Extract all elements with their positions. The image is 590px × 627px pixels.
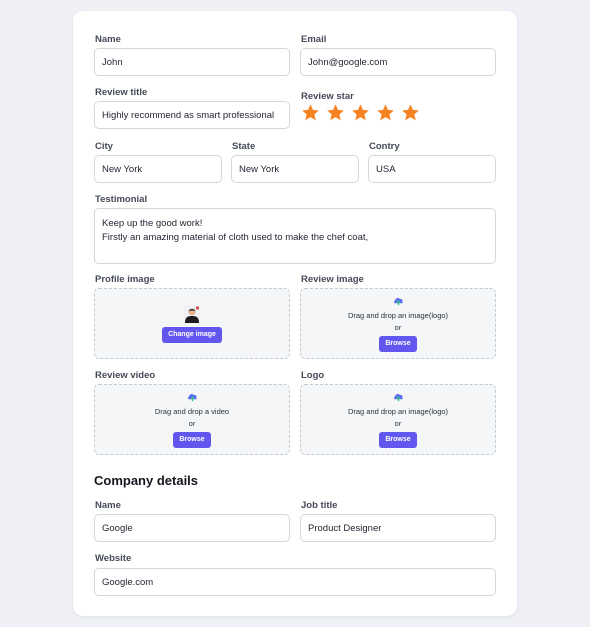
company-details-title: Company details	[94, 473, 199, 488]
upload-cloud-icon	[393, 393, 403, 401]
upload-cloud-icon	[187, 393, 197, 401]
star-icon[interactable]	[301, 103, 320, 122]
review-video-dropzone[interactable]: Drag and drop a video or Browse	[94, 384, 290, 455]
review-title-label: Review title	[95, 87, 148, 98]
dropzone-prompt: Drag and drop an image(logo)	[347, 406, 449, 416]
website-label: Website	[95, 553, 132, 564]
browse-button[interactable]: Browse	[379, 431, 417, 448]
testimonial-line: Keep up the good work!	[102, 218, 203, 229]
review-image-label: Review image	[301, 274, 364, 285]
country-field[interactable]: USA	[368, 155, 496, 183]
dropzone-prompt: Drag and drop a video	[154, 406, 230, 416]
dropzone-or: or	[188, 418, 196, 428]
dropzone-or: or	[394, 322, 402, 332]
review-star-label: Review star	[301, 91, 354, 102]
logo-dropzone[interactable]: Drag and drop an image(logo) or Browse	[300, 384, 496, 455]
dropzone-or: or	[394, 418, 402, 428]
state-field[interactable]: New York	[231, 155, 359, 183]
star-rating[interactable]	[301, 103, 420, 122]
email-field[interactable]: John@google.com	[300, 48, 496, 76]
name-field[interactable]: John	[94, 48, 290, 76]
name-label: Name	[95, 34, 121, 45]
website-field[interactable]: Google.com	[94, 568, 496, 596]
city-label: City	[95, 141, 113, 152]
browse-button[interactable]: Browse	[379, 335, 417, 352]
review-form-card: Name John Email John@google.com Review t…	[73, 11, 517, 616]
email-label: Email	[301, 34, 327, 45]
star-icon[interactable]	[326, 103, 345, 122]
company-name-field[interactable]: Google	[94, 514, 290, 542]
change-image-button[interactable]: Change image	[162, 326, 222, 343]
avatar-image	[184, 304, 200, 323]
profile-image-dropzone[interactable]: Change image	[94, 288, 290, 359]
testimonial-field[interactable]: Keep up the good work! Firstly an amazin…	[94, 208, 496, 264]
state-label: State	[232, 141, 256, 152]
city-field[interactable]: New York	[94, 155, 222, 183]
testimonial-label: Testimonial	[95, 194, 148, 205]
dropzone-prompt: Drag and drop an image(logo)	[347, 310, 449, 320]
review-title-field[interactable]: Highly recommend as smart professional	[94, 101, 290, 129]
job-title-label: Job title	[301, 500, 338, 511]
testimonial-line: Firstly an amazing material of cloth use…	[102, 232, 369, 243]
star-icon[interactable]	[351, 103, 370, 122]
star-icon[interactable]	[401, 103, 420, 122]
company-name-label: Name	[95, 500, 121, 511]
star-icon[interactable]	[376, 103, 395, 122]
country-label: Contry	[369, 141, 400, 152]
browse-button[interactable]: Browse	[173, 431, 211, 448]
logo-label: Logo	[301, 370, 325, 381]
upload-cloud-icon	[393, 297, 403, 305]
job-title-field[interactable]: Product Designer	[300, 514, 496, 542]
profile-image-label: Profile image	[95, 274, 155, 285]
review-video-label: Review video	[95, 370, 156, 381]
review-image-dropzone[interactable]: Drag and drop an image(logo) or Browse	[300, 288, 496, 359]
